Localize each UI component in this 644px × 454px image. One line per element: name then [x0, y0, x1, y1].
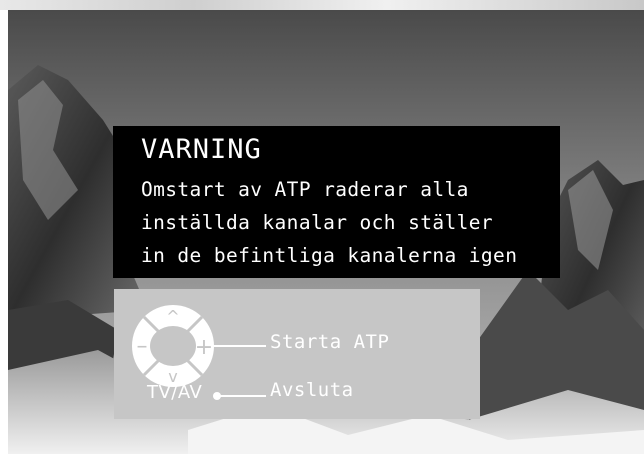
warning-title: VARNING — [141, 134, 262, 165]
warning-line-1: Omstart av ATP raderar alla — [141, 178, 469, 201]
warning-dialog: VARNING Omstart av ATP raderar alla inst… — [113, 126, 560, 278]
start-atp-label[interactable]: Starta ATP — [270, 331, 389, 353]
dpad-up-button[interactable]: ^ — [166, 307, 179, 326]
warning-line-3: in de befintliga kanalerna igen — [141, 244, 518, 267]
top-strip — [0, 0, 644, 10]
warning-line-2: inställda kanalar och ställer — [141, 211, 494, 234]
tv-screen: VARNING Omstart av ATP raderar alla inst… — [8, 10, 644, 454]
control-panel: ^ v – + Starta ATP Avsluta TV/AV — [114, 289, 480, 419]
minus-icon: – — [137, 334, 148, 359]
tv-av-button-label[interactable]: TV/AV — [147, 382, 202, 403]
dpad-minus-button[interactable]: – — [137, 334, 148, 359]
plus-icon: + — [195, 335, 213, 360]
dpad-plus-button[interactable]: + — [195, 335, 213, 360]
exit-label[interactable]: Avsluta — [270, 379, 354, 401]
up-arrow-icon: ^ — [166, 307, 179, 326]
